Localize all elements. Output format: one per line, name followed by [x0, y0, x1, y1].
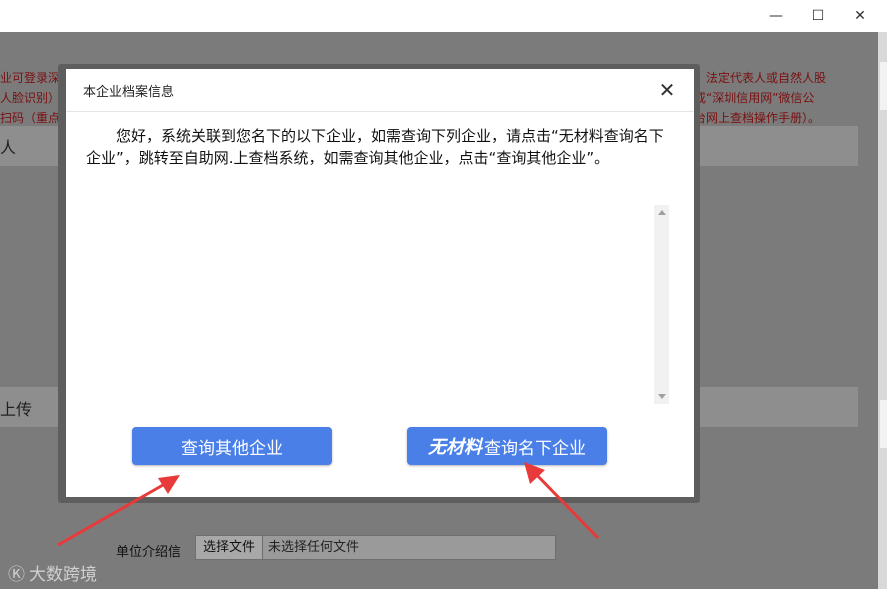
dialog-close-icon[interactable]: ✕	[656, 78, 678, 102]
minimize-button[interactable]: —	[754, 0, 798, 32]
maximize-button[interactable]: ☐	[796, 0, 840, 32]
query-owned-enterprises-button[interactable]: 无材料 查询名下企业	[407, 427, 607, 465]
notice-line: 或“深圳信用网”微信公	[694, 91, 815, 105]
dialog-title: 本企业档案信息	[83, 85, 175, 100]
button-label: 查询其他企业	[181, 438, 283, 459]
section-label: 上传	[0, 400, 33, 419]
notice-text-left: 业可登录深 人脸识别） 扫码（重点	[0, 68, 60, 128]
watermark-text: 大数跨境	[29, 565, 97, 585]
button-label: 查询名下企业	[484, 438, 586, 459]
watermark-logo-icon: Ⓚ	[8, 565, 25, 585]
window-close-button[interactable]: ✕	[838, 0, 882, 32]
page-scrollbar[interactable]	[878, 32, 887, 589]
scroll-up-icon[interactable]	[658, 210, 666, 215]
page-scrollbar-thumb[interactable]	[880, 62, 887, 110]
file-input[interactable]: 选择文件 未选择任何文件	[195, 535, 556, 560]
notice-line: 、法定代表人或自然人股	[694, 71, 827, 85]
file-status-text: 未选择任何文件	[268, 540, 360, 555]
window-titlebar: — ☐ ✕	[0, 0, 887, 32]
notice-line: 业可登录深	[0, 71, 61, 85]
enterprise-list-scrollbar[interactable]	[654, 205, 669, 404]
notice-text-right: 、法定代表人或自然人股 或“深圳信用网”微信公 台网上查档操作手册）。	[694, 68, 826, 128]
notice-line: 扫码（重点	[0, 111, 61, 125]
enterprise-archive-dialog: 本企业档案信息 ✕ 您好，系统关联到您名下的以下企业，如需查询下列企业，请点击“…	[66, 69, 694, 497]
watermark: Ⓚ 大数跨境	[8, 560, 97, 585]
query-other-enterprises-button[interactable]: 查询其他企业	[132, 427, 332, 465]
button-prefix: 无材料	[428, 437, 482, 458]
page-scrollbar-thumb[interactable]	[880, 400, 887, 448]
dialog-header: 本企业档案信息 ✕	[66, 69, 694, 112]
scroll-down-icon[interactable]	[658, 394, 666, 399]
choose-file-button[interactable]: 选择文件	[196, 536, 264, 559]
dialog-message: 您好，系统关联到您名下的以下企业，如需查询下列企业，请点击“无材料查询名下企业”…	[86, 127, 664, 167]
notice-line: 台网上查档操作手册）。	[694, 111, 821, 125]
notice-line: 人脸识别）	[0, 91, 61, 105]
section-label: 人	[0, 138, 17, 157]
upload-label: 单位介绍信	[116, 545, 182, 560]
